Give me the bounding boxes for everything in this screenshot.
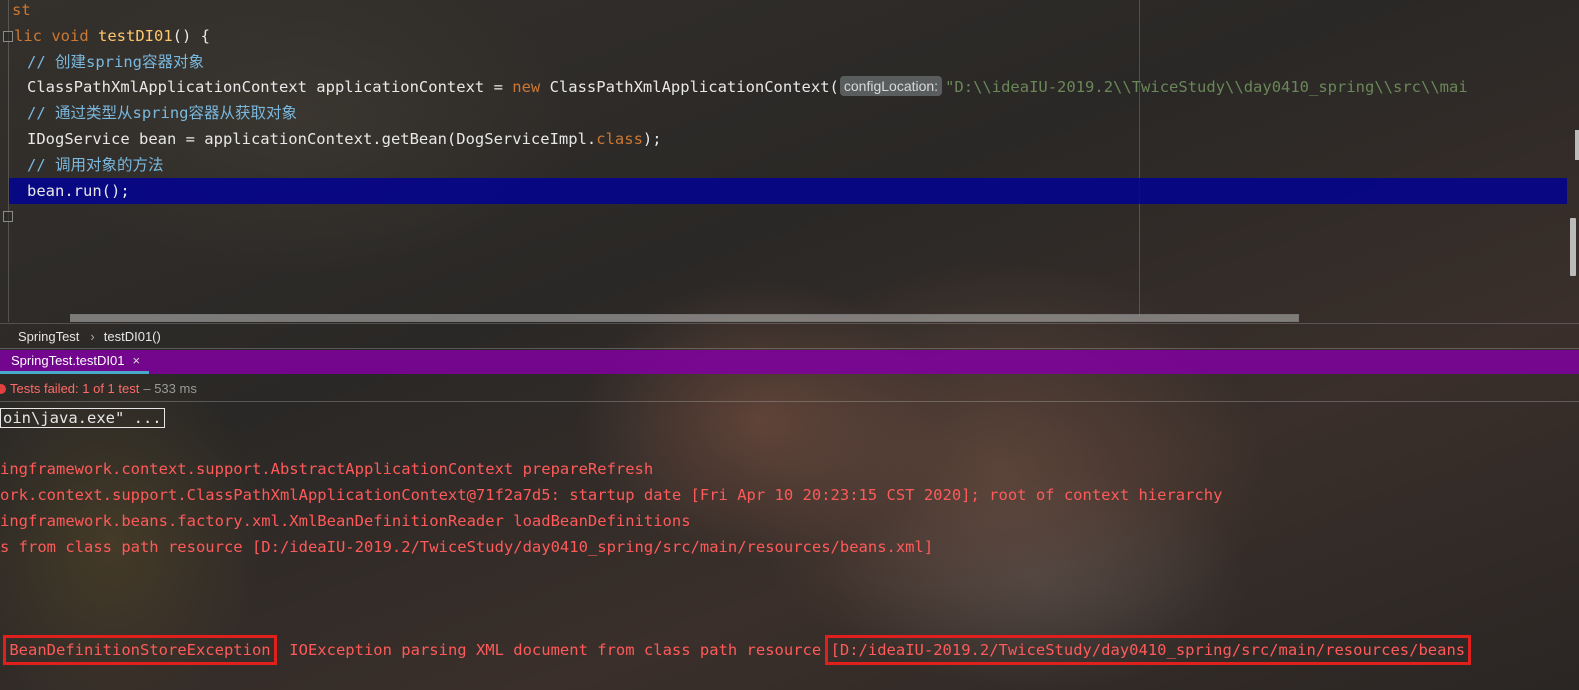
breadcrumb: SpringTest › testDI01(): [0, 323, 1579, 349]
console-command-line: oin\java.exe" ...: [0, 405, 165, 431]
code-line-5[interactable]: // 通过类型从spring容器从获取对象: [27, 100, 1567, 126]
code-line-7[interactable]: // 调用对象的方法: [27, 152, 1567, 178]
test-duration: – 533 ms: [143, 381, 197, 396]
gutter-divider: [8, 0, 9, 322]
method-name: testDI01: [98, 27, 173, 45]
code-line-3[interactable]: // 创建spring容器对象: [27, 49, 1567, 75]
console-output[interactable]: oin\java.exe" ... ingframework.context.s…: [0, 403, 1579, 690]
code-text: );: [642, 130, 662, 148]
error-icon: [0, 383, 6, 394]
comment: // 通过类型从spring容器从获取对象: [27, 104, 297, 122]
keyword: class: [596, 130, 643, 148]
console-error-line: .BeanDefinitionStoreException: IOExcepti…: [0, 635, 1472, 665]
breadcrumb-class[interactable]: SpringTest: [18, 329, 79, 344]
code-line-2[interactable]: lic void testDI01() {: [14, 23, 1567, 49]
test-status-bar: Tests failed: 1 of 1 test – 533 ms: [0, 376, 1579, 402]
code-text: () {: [172, 27, 210, 45]
error-prefix: .: [0, 641, 10, 659]
code-line-1[interactable]: st: [12, 0, 1567, 23]
code-editor[interactable]: st lic void testDI01() { // 创建spring容器对象…: [0, 0, 1579, 322]
console-line: ingframework.beans.factory.xml.XmlBeanDe…: [0, 512, 691, 530]
console-line: ork.context.support.ClassPathXmlApplicat…: [0, 486, 1223, 504]
tests-failed-text: Tests failed: 1 of 1 test: [10, 381, 140, 396]
error-message: : IOException parsing XML document from …: [270, 641, 831, 659]
close-icon[interactable]: ×: [132, 353, 140, 368]
fold-end-icon[interactable]: [3, 211, 13, 222]
code-text: ClassPathXmlApplicationContext(: [540, 78, 839, 96]
error-stripe-marker[interactable]: [1575, 130, 1579, 160]
code-text: bean.run();: [27, 182, 130, 200]
tab-run-config[interactable]: SpringTest.testDI01 ×: [0, 350, 149, 374]
breadcrumb-method[interactable]: testDI01(): [104, 329, 161, 344]
comment: // 创建spring容器对象: [27, 53, 204, 71]
exception-name[interactable]: BeanDefinitionStoreException: [3, 635, 277, 665]
resource-path[interactable]: [D:/ideaIU-2019.2/TwiceStudy/day0410_spr…: [824, 635, 1472, 665]
vertical-scrollbar[interactable]: [1570, 218, 1576, 276]
string-literal: "D:\\ideaIU-2019.2\\TwiceStudy\\day0410_…: [945, 78, 1468, 96]
code-text: IDogService bean = applicationContext.ge…: [27, 130, 597, 148]
console-line: ingframework.context.support.AbstractApp…: [0, 460, 654, 478]
code-line-8-current[interactable]: bean.run();: [9, 178, 1567, 204]
console-line: s from class path resource [D:/ideaIU-20…: [0, 538, 934, 556]
code-text: ClassPathXmlApplicationContext applicati…: [27, 78, 513, 96]
breadcrumb-separator-icon: ›: [90, 328, 95, 344]
keyword: lic void: [14, 27, 98, 45]
comment: // 调用对象的方法: [27, 156, 164, 174]
parameter-hint: configLocation:: [839, 76, 943, 96]
tab-label: SpringTest.testDI01: [11, 353, 125, 368]
annotation-text: st: [12, 1, 31, 19]
keyword: new: [512, 78, 541, 96]
code-line-4[interactable]: ClassPathXmlApplicationContext applicati…: [27, 74, 1567, 100]
fold-icon[interactable]: [3, 31, 13, 42]
horizontal-scrollbar[interactable]: [70, 314, 1299, 322]
code-line-6[interactable]: IDogService bean = applicationContext.ge…: [27, 126, 1567, 152]
command-folded[interactable]: oin\java.exe" ...: [0, 408, 165, 428]
run-tab-bar: SpringTest.testDI01 ×: [0, 350, 1579, 374]
